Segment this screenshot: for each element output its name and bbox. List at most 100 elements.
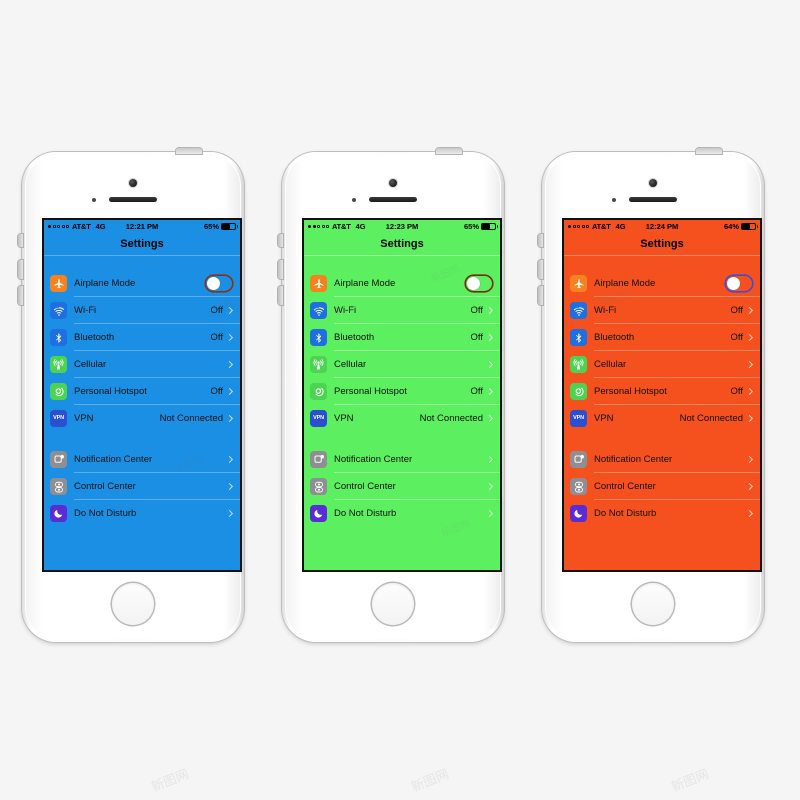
settings-row-label: Cellular xyxy=(74,359,107,370)
front-camera-icon xyxy=(129,179,137,187)
settings-row-personal-hotspot[interactable]: Personal Hotspot Off xyxy=(44,378,240,405)
volume-up-button[interactable] xyxy=(538,260,543,279)
settings-row-bluetooth[interactable]: Bluetooth Off xyxy=(44,324,240,351)
settings-group-system: Notification Center Control Center Do Not … xyxy=(44,446,240,527)
power-button[interactable] xyxy=(436,148,462,154)
power-button[interactable] xyxy=(176,148,202,154)
chevron-right-icon xyxy=(745,360,754,369)
volume-up-button[interactable] xyxy=(18,260,23,279)
notification-center-icon xyxy=(570,451,587,468)
airplane-icon xyxy=(310,275,327,292)
settings-row-cellular[interactable]: Cellular xyxy=(564,351,760,378)
hotspot-icon xyxy=(50,383,67,400)
settings-row-label: Notification Center xyxy=(594,454,673,465)
mute-switch[interactable] xyxy=(18,234,23,247)
settings-row-wifi[interactable]: Wi-Fi Off xyxy=(44,297,240,324)
home-button[interactable] xyxy=(112,583,154,625)
moon-icon xyxy=(310,505,327,522)
settings-row-accessory: Off xyxy=(731,386,755,397)
power-button[interactable] xyxy=(696,148,722,154)
signal-dot xyxy=(573,225,576,228)
settings-row-vpn[interactable]: VPN VPN Not Connected xyxy=(304,405,500,432)
mute-switch[interactable] xyxy=(538,234,543,247)
signal-dot xyxy=(48,225,51,228)
battery-nub xyxy=(236,225,239,228)
signal-dot xyxy=(586,225,589,228)
airplane-mode-toggle[interactable] xyxy=(726,276,752,291)
settings-group-gap xyxy=(44,432,240,446)
settings-row-accessory xyxy=(485,360,494,369)
settings-row-personal-hotspot[interactable]: Personal Hotspot Off xyxy=(304,378,500,405)
volume-down-button[interactable] xyxy=(18,286,23,305)
settings-row-value: Off xyxy=(470,305,484,316)
settings-row-accessory xyxy=(466,276,494,291)
vpn-icon: VPN xyxy=(570,410,587,427)
settings-row-cellular[interactable]: Cellular xyxy=(44,351,240,378)
settings-row-control-center[interactable]: Control Center xyxy=(304,473,500,500)
battery-fill xyxy=(222,224,231,229)
settings-row-value: Off xyxy=(470,386,484,397)
signal-dot xyxy=(322,225,325,228)
network-type-label: 4G xyxy=(355,222,366,231)
settings-row-bluetooth[interactable]: Bluetooth Off xyxy=(304,324,500,351)
list-top-gap xyxy=(564,256,760,270)
settings-row-label: Control Center xyxy=(594,481,656,492)
settings-row-accessory xyxy=(225,509,234,518)
hotspot-icon xyxy=(310,383,327,400)
settings-row-accessory xyxy=(726,276,754,291)
settings-row-vpn[interactable]: VPN VPN Not Connected xyxy=(564,405,760,432)
settings-row-control-center[interactable]: Control Center xyxy=(44,473,240,500)
nav-bar: Settings xyxy=(304,233,500,255)
earpiece-speaker xyxy=(629,197,677,202)
settings-row-label: Bluetooth xyxy=(594,332,635,343)
settings-row-notification-center[interactable]: Notification Center xyxy=(304,446,500,473)
airplane-mode-toggle[interactable] xyxy=(206,276,232,291)
battery-percent-label: 65% xyxy=(463,222,479,231)
settings-row-wifi[interactable]: Wi-Fi Off xyxy=(564,297,760,324)
settings-row-label: Wi-Fi xyxy=(74,305,97,316)
settings-row-airplane-mode[interactable]: Airplane Mode xyxy=(304,270,500,297)
settings-row-do-not-disturb[interactable]: Do Not Disturb xyxy=(564,500,760,527)
page-title: Settings xyxy=(640,238,684,250)
front-camera-icon xyxy=(389,179,397,187)
home-button[interactable] xyxy=(372,583,414,625)
settings-row-do-not-disturb[interactable]: Do Not Disturb xyxy=(304,500,500,527)
front-camera-icon xyxy=(649,179,657,187)
volume-down-button[interactable] xyxy=(538,286,543,305)
settings-row-label: Notification Center xyxy=(334,454,413,465)
battery-icon xyxy=(741,223,759,230)
settings-row-wifi[interactable]: Wi-Fi Off xyxy=(304,297,500,324)
bluetooth-icon xyxy=(570,329,587,346)
status-bar: AT&T 4G 12:21 PM 65% xyxy=(44,220,240,233)
carrier-label: AT&T xyxy=(332,222,351,231)
toggle-knob xyxy=(727,277,740,290)
signal-dot xyxy=(53,225,56,228)
settings-row-label: Bluetooth xyxy=(74,332,115,343)
chevron-right-icon xyxy=(225,509,234,518)
settings-row-notification-center[interactable]: Notification Center xyxy=(44,446,240,473)
settings-row-accessory: Off xyxy=(471,386,495,397)
volume-down-button[interactable] xyxy=(278,286,283,305)
phone-orange: AT&T 4G 12:24 PM 64% Settings Airplane Mode Wi… xyxy=(538,148,764,642)
control-center-icon xyxy=(310,478,327,495)
mute-switch[interactable] xyxy=(278,234,283,247)
settings-row-airplane-mode[interactable]: Airplane Mode xyxy=(44,270,240,297)
settings-row-control-center[interactable]: Control Center xyxy=(564,473,760,500)
settings-row-airplane-mode[interactable]: Airplane Mode xyxy=(564,270,760,297)
settings-group-gap xyxy=(304,432,500,446)
airplane-mode-toggle[interactable] xyxy=(466,276,492,291)
settings-row-notification-center[interactable]: Notification Center xyxy=(564,446,760,473)
settings-row-value: Off xyxy=(210,386,224,397)
status-bar: AT&T 4G 12:23 PM 65% xyxy=(304,220,500,233)
settings-row-vpn[interactable]: VPN VPN Not Connected xyxy=(44,405,240,432)
home-button[interactable] xyxy=(632,583,674,625)
settings-row-do-not-disturb[interactable]: Do Not Disturb xyxy=(44,500,240,527)
settings-row-cellular[interactable]: Cellular xyxy=(304,351,500,378)
settings-row-personal-hotspot[interactable]: Personal Hotspot Off xyxy=(564,378,760,405)
signal-dot xyxy=(312,225,316,228)
settings-row-bluetooth[interactable]: Bluetooth Off xyxy=(564,324,760,351)
volume-up-button[interactable] xyxy=(278,260,283,279)
settings-row-accessory xyxy=(745,455,754,464)
status-left: AT&T 4G xyxy=(48,222,106,231)
watermark: 新图网 xyxy=(149,767,192,796)
